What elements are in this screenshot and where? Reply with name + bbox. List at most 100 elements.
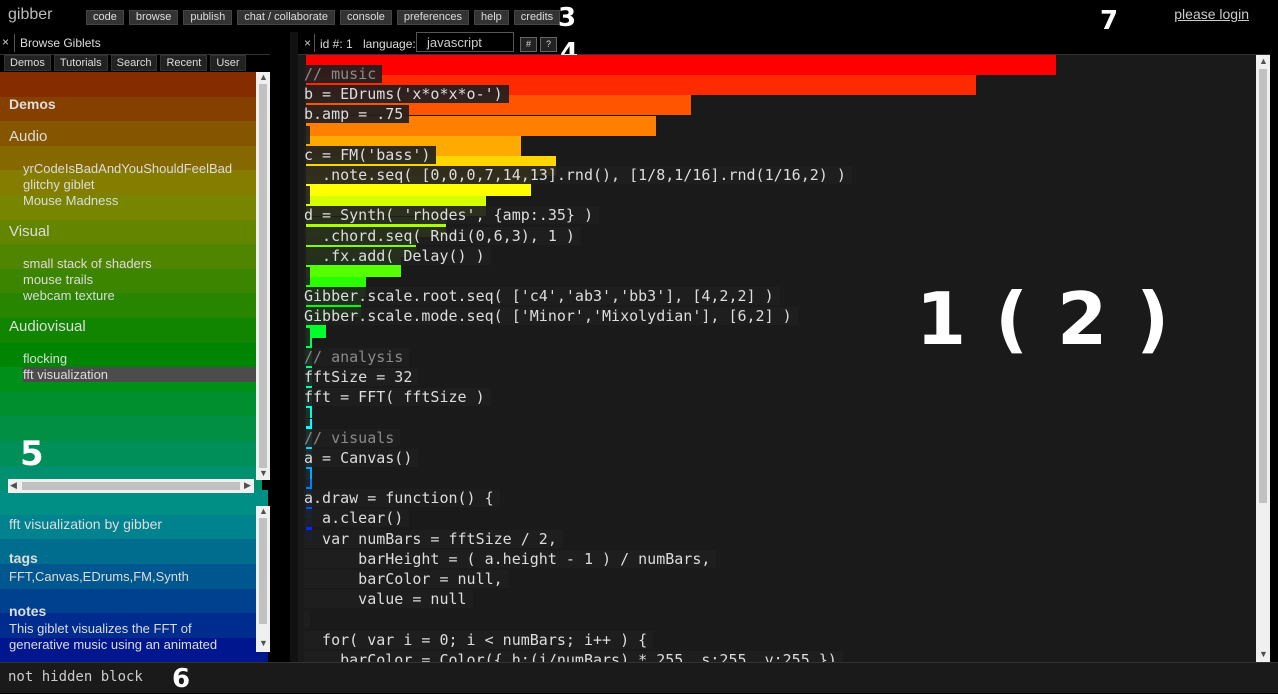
code-line[interactable]: barColor = null, [304, 570, 509, 589]
menu-preferences-button[interactable]: preferences [396, 10, 469, 25]
code-text [304, 610, 310, 629]
code-line[interactable]: // analysis [304, 347, 410, 367]
code-line[interactable]: for( var i = 0; i < numBars; i++ ) { [304, 630, 654, 650]
scroll-thumb[interactable] [259, 84, 267, 468]
code-text: d = Synth( 'rhodes', {amp:.35} ) [304, 206, 599, 225]
scroll-down-arrow-icon[interactable]: ▼ [1259, 649, 1268, 659]
code-line[interactable]: a.draw = function() { [304, 489, 500, 508]
editor-vertical-scrollbar[interactable]: ▲ ▼ [1256, 55, 1270, 662]
language-select[interactable]: javascript [416, 32, 514, 52]
code-line[interactable]: a.clear() [304, 509, 410, 528]
scroll-up-arrow-icon[interactable]: ▲ [259, 506, 268, 516]
giblet-item[interactable]: small stack of shaders [23, 256, 152, 271]
menu-chat-button[interactable]: chat / collaborate [237, 10, 335, 25]
code-line[interactable] [304, 125, 310, 145]
editor-id: id #: 1 [320, 37, 353, 51]
scroll-thumb[interactable] [1259, 69, 1267, 503]
code-line[interactable] [304, 186, 310, 205]
giblet-item[interactable]: glitchy giblet [23, 177, 95, 192]
code-text [304, 267, 310, 285]
code-text: // visuals [304, 428, 401, 447]
giblet-item[interactable]: Mouse Madness [23, 193, 118, 208]
code-line[interactable]: var numBars = fftSize / 2, [304, 529, 563, 549]
code-line[interactable]: b = EDrums('x*o*x*o-') [304, 85, 509, 104]
info-vertical-scrollbar[interactable]: ▲ ▼ [256, 506, 270, 652]
help-button[interactable]: ? [540, 37, 557, 52]
menu-credits-button[interactable]: credits [513, 10, 561, 25]
code-line[interactable]: barColor = Color({ h:(i/numBars) * 255, … [304, 650, 843, 662]
list-horizontal-scrollbar[interactable]: ◀ ▶ [8, 479, 254, 493]
code-text [304, 469, 310, 487]
code-line[interactable]: c = FM('bass') [304, 145, 437, 165]
code-text: // music [304, 65, 383, 83]
language-label: language: [363, 37, 416, 51]
code-line[interactable]: fft = FFT( fftSize ) [304, 388, 491, 407]
code-line[interactable]: b.amp = .75 [304, 105, 410, 124]
scroll-left-arrow-icon[interactable]: ◀ [10, 480, 17, 491]
code-line[interactable]: value = null [304, 590, 473, 609]
scroll-right-arrow-icon[interactable]: ▶ [244, 480, 251, 491]
code-line[interactable]: Gibber.scale.mode.seq( ['Minor','Mixolyd… [304, 307, 798, 326]
giblet-item[interactable]: flocking [23, 351, 67, 366]
scroll-up-arrow-icon[interactable]: ▲ [1259, 56, 1268, 66]
code-line[interactable]: d = Synth( 'rhodes', {amp:.35} ) [304, 206, 599, 225]
giblet-item[interactable]: mouse trails [23, 272, 93, 287]
giblet-item[interactable]: webcam texture [23, 288, 115, 303]
code-line[interactable]: Gibber.scale.root.seq( ['c4','ab3','bb3'… [304, 287, 780, 306]
category-audiovisual[interactable]: Audiovisual [9, 318, 86, 335]
giblet-info-panel: fft visualization by gibber tags FFT,Can… [0, 506, 256, 662]
menu-console-button[interactable]: console [339, 10, 392, 25]
demos-heading: Demos [9, 96, 56, 112]
login-link[interactable]: please login [1174, 6, 1249, 22]
scroll-thumb[interactable] [22, 482, 240, 490]
code-line[interactable]: .chord.seq( Rndi(0,6,3), 1 ) [304, 226, 581, 246]
code-text: c = FM('bass') [304, 145, 437, 164]
code-line[interactable] [304, 469, 310, 488]
menu-code-button[interactable]: code [86, 10, 124, 25]
code-line[interactable]: a = Canvas() [304, 448, 419, 468]
code-text: b.amp = .75 [304, 105, 410, 124]
scroll-thumb[interactable] [259, 518, 267, 624]
code-line[interactable]: // visuals [304, 428, 401, 448]
category-visual[interactable]: Visual [9, 223, 50, 240]
code-editor[interactable]: // music b = EDrums('x*o*x*o-') b.amp = .7… [298, 55, 1256, 662]
code-line[interactable] [304, 327, 310, 347]
code-line[interactable] [304, 610, 310, 629]
code-line[interactable]: // music [304, 65, 383, 84]
tab-user[interactable]: User [210, 55, 246, 71]
marker-3: 3 [558, 3, 577, 33]
tags-list: FFT,Canvas,EDrums,FM,Synth [9, 569, 189, 584]
code-text: barColor = Color({ h:(i/numBars) * 255, … [304, 650, 843, 662]
giblet-browser: × Browse Giblets Demos Tutorials Search … [0, 32, 270, 662]
menu-help-button[interactable]: help [473, 10, 509, 25]
code-text: barHeight = ( a.height - 1 ) / numBars, [304, 549, 717, 568]
scroll-down-arrow-icon[interactable]: ▼ [259, 468, 268, 478]
line-numbers-button[interactable]: # [520, 37, 537, 52]
tab-recent[interactable]: Recent [160, 55, 208, 71]
giblet-item[interactable]: yrCodeIsBadAndYouShouldFeelBad [23, 161, 232, 176]
code-line[interactable] [304, 267, 310, 286]
code-text: a.clear() [304, 509, 410, 528]
tab-demos[interactable]: Demos [4, 55, 51, 71]
code-text [304, 125, 310, 144]
tags-heading: tags [9, 550, 38, 566]
tab-search[interactable]: Search [110, 55, 158, 71]
code-line[interactable]: fftSize = 32 [304, 368, 419, 387]
list-vertical-scrollbar[interactable]: ▲ ▼ [256, 72, 270, 480]
pane-divider[interactable] [290, 32, 298, 662]
code-line[interactable]: .note.seq( [0,0,0,7,14,13].rnd(), [1/8,1… [304, 166, 852, 185]
scroll-down-arrow-icon[interactable]: ▼ [259, 638, 268, 648]
browser-close-icon[interactable]: × [2, 35, 9, 49]
header-divider [314, 34, 315, 52]
header-divider [14, 34, 15, 52]
editor-close-icon[interactable]: × [304, 36, 311, 50]
menu-publish-button[interactable]: publish [183, 10, 233, 25]
tab-tutorials[interactable]: Tutorials [53, 55, 108, 71]
giblet-item-selected[interactable]: fft visualization [23, 367, 256, 382]
scroll-up-arrow-icon[interactable]: ▲ [259, 72, 268, 82]
code-line[interactable]: .fx.add( Delay() ) [304, 246, 491, 266]
code-line[interactable]: barHeight = ( a.height - 1 ) / numBars, [304, 549, 717, 569]
menu-browse-button[interactable]: browse [128, 10, 179, 25]
category-audio[interactable]: Audio [9, 128, 47, 145]
code-line[interactable] [304, 408, 310, 427]
